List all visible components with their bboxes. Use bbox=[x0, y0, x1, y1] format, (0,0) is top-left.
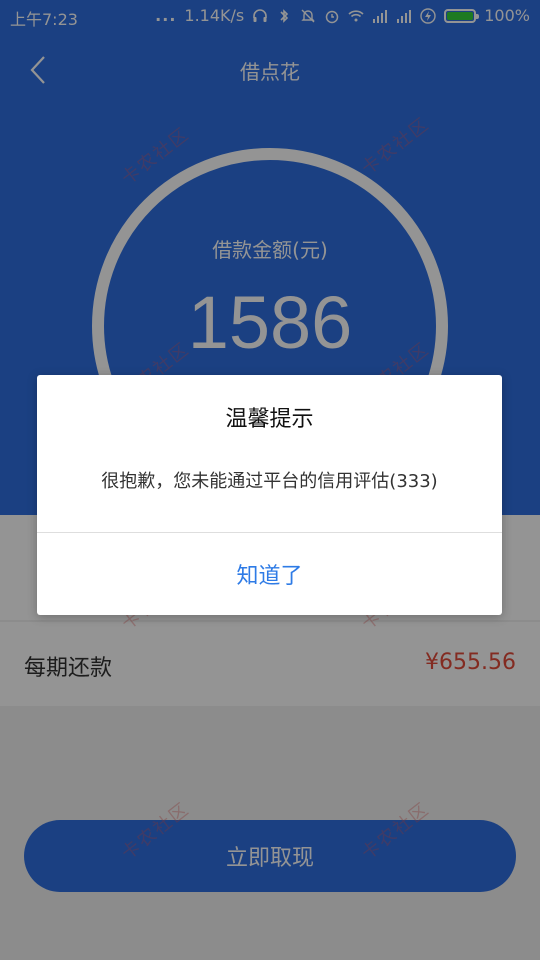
alert-dialog: 温馨提示 很抱歉，您未能通过平台的信用评估(333) 知道了 bbox=[37, 375, 502, 615]
dialog-confirm-button[interactable]: 知道了 bbox=[37, 533, 502, 615]
dialog-message: 很抱歉，您未能通过平台的信用评估(333) bbox=[101, 471, 438, 492]
dialog-title: 温馨提示 bbox=[225, 407, 314, 432]
